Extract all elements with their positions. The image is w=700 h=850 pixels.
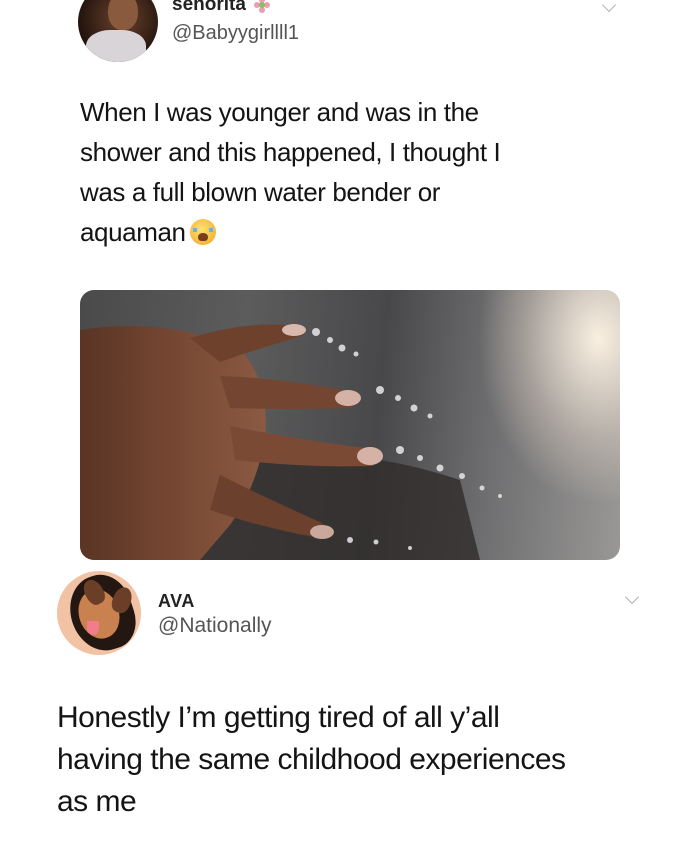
user-handle[interactable]: @Nationally bbox=[158, 614, 272, 638]
tweet-text-line: shower and this happened, I thought I bbox=[80, 137, 501, 167]
loudly-crying-face-icon bbox=[189, 219, 216, 245]
tweet-photo[interactable] bbox=[80, 290, 620, 560]
display-name[interactable]: senorita bbox=[172, 0, 246, 16]
chevron-down-icon[interactable] bbox=[601, 0, 617, 13]
hand-splashing-water-photo bbox=[80, 324, 502, 560]
tweet-text-line: Honestly I’m getting tired of all y’all bbox=[57, 701, 500, 734]
avatar[interactable] bbox=[57, 571, 141, 655]
tweet-text-line: as me bbox=[57, 785, 137, 818]
tweet-text-line: was a full blown water bender or bbox=[80, 177, 441, 207]
chevron-down-icon[interactable] bbox=[624, 589, 640, 605]
display-name[interactable]: AVA bbox=[158, 591, 195, 612]
user-handle[interactable]: @Babyygirllll1 bbox=[172, 22, 299, 45]
tweet-text: Honestly I’m getting tired of all y’all … bbox=[57, 697, 677, 823]
tweet-text-line: When I was younger and was in the bbox=[80, 97, 479, 127]
flower-icon bbox=[253, 0, 270, 13]
tweet-text-line: having the same childhood experiences bbox=[57, 743, 566, 776]
tweet-1-author: senorita bbox=[172, 0, 270, 16]
tweet-text-line: aquaman bbox=[80, 217, 186, 247]
avatar[interactable] bbox=[78, 0, 158, 62]
tweet-text-line-last: aquaman bbox=[80, 212, 640, 252]
tweet-text: When I was younger and was in the shower… bbox=[80, 92, 640, 252]
